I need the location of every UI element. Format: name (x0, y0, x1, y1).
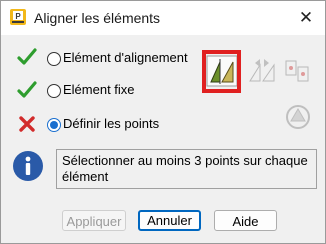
close-button[interactable]: ✕ (293, 5, 319, 31)
align-mirror-tool-icon[interactable] (246, 55, 278, 87)
option-label-fixed-element[interactable]: Elément fixe (63, 82, 135, 97)
cross-icon (19, 116, 35, 132)
dialog-window: P Aligner les éléments ✕ Elément d'align… (0, 0, 326, 244)
selected-tool-highlight (202, 50, 241, 93)
check-icon (17, 81, 37, 98)
info-message-box: Sélectionner au moins 3 points sur chaqu… (56, 149, 317, 189)
close-icon: ✕ (298, 8, 314, 27)
cancel-button[interactable]: Annuler (138, 210, 201, 231)
title-bar: P Aligner les éléments ✕ (1, 1, 325, 35)
option-label-alignment-element[interactable]: Elément d'alignement (63, 50, 188, 65)
app-icon: P (10, 9, 26, 25)
check-icon (17, 48, 37, 65)
option-label-define-points[interactable]: Définir les points (63, 116, 159, 131)
help-button[interactable]: Aide (214, 210, 277, 231)
info-icon (13, 151, 43, 181)
radio-define-points[interactable] (47, 118, 61, 132)
dialog-title: Aligner les éléments (34, 10, 161, 26)
svg-text:P: P (15, 12, 21, 21)
apply-button[interactable]: Appliquer (62, 210, 126, 231)
radio-alignment-element[interactable] (47, 52, 61, 66)
align-points-tool-icon[interactable] (281, 55, 313, 87)
radio-fixed-element[interactable] (47, 84, 61, 98)
align-rotate-tool-icon[interactable] (282, 101, 314, 133)
info-message: Sélectionner au moins 3 points sur chaqu… (62, 153, 308, 184)
